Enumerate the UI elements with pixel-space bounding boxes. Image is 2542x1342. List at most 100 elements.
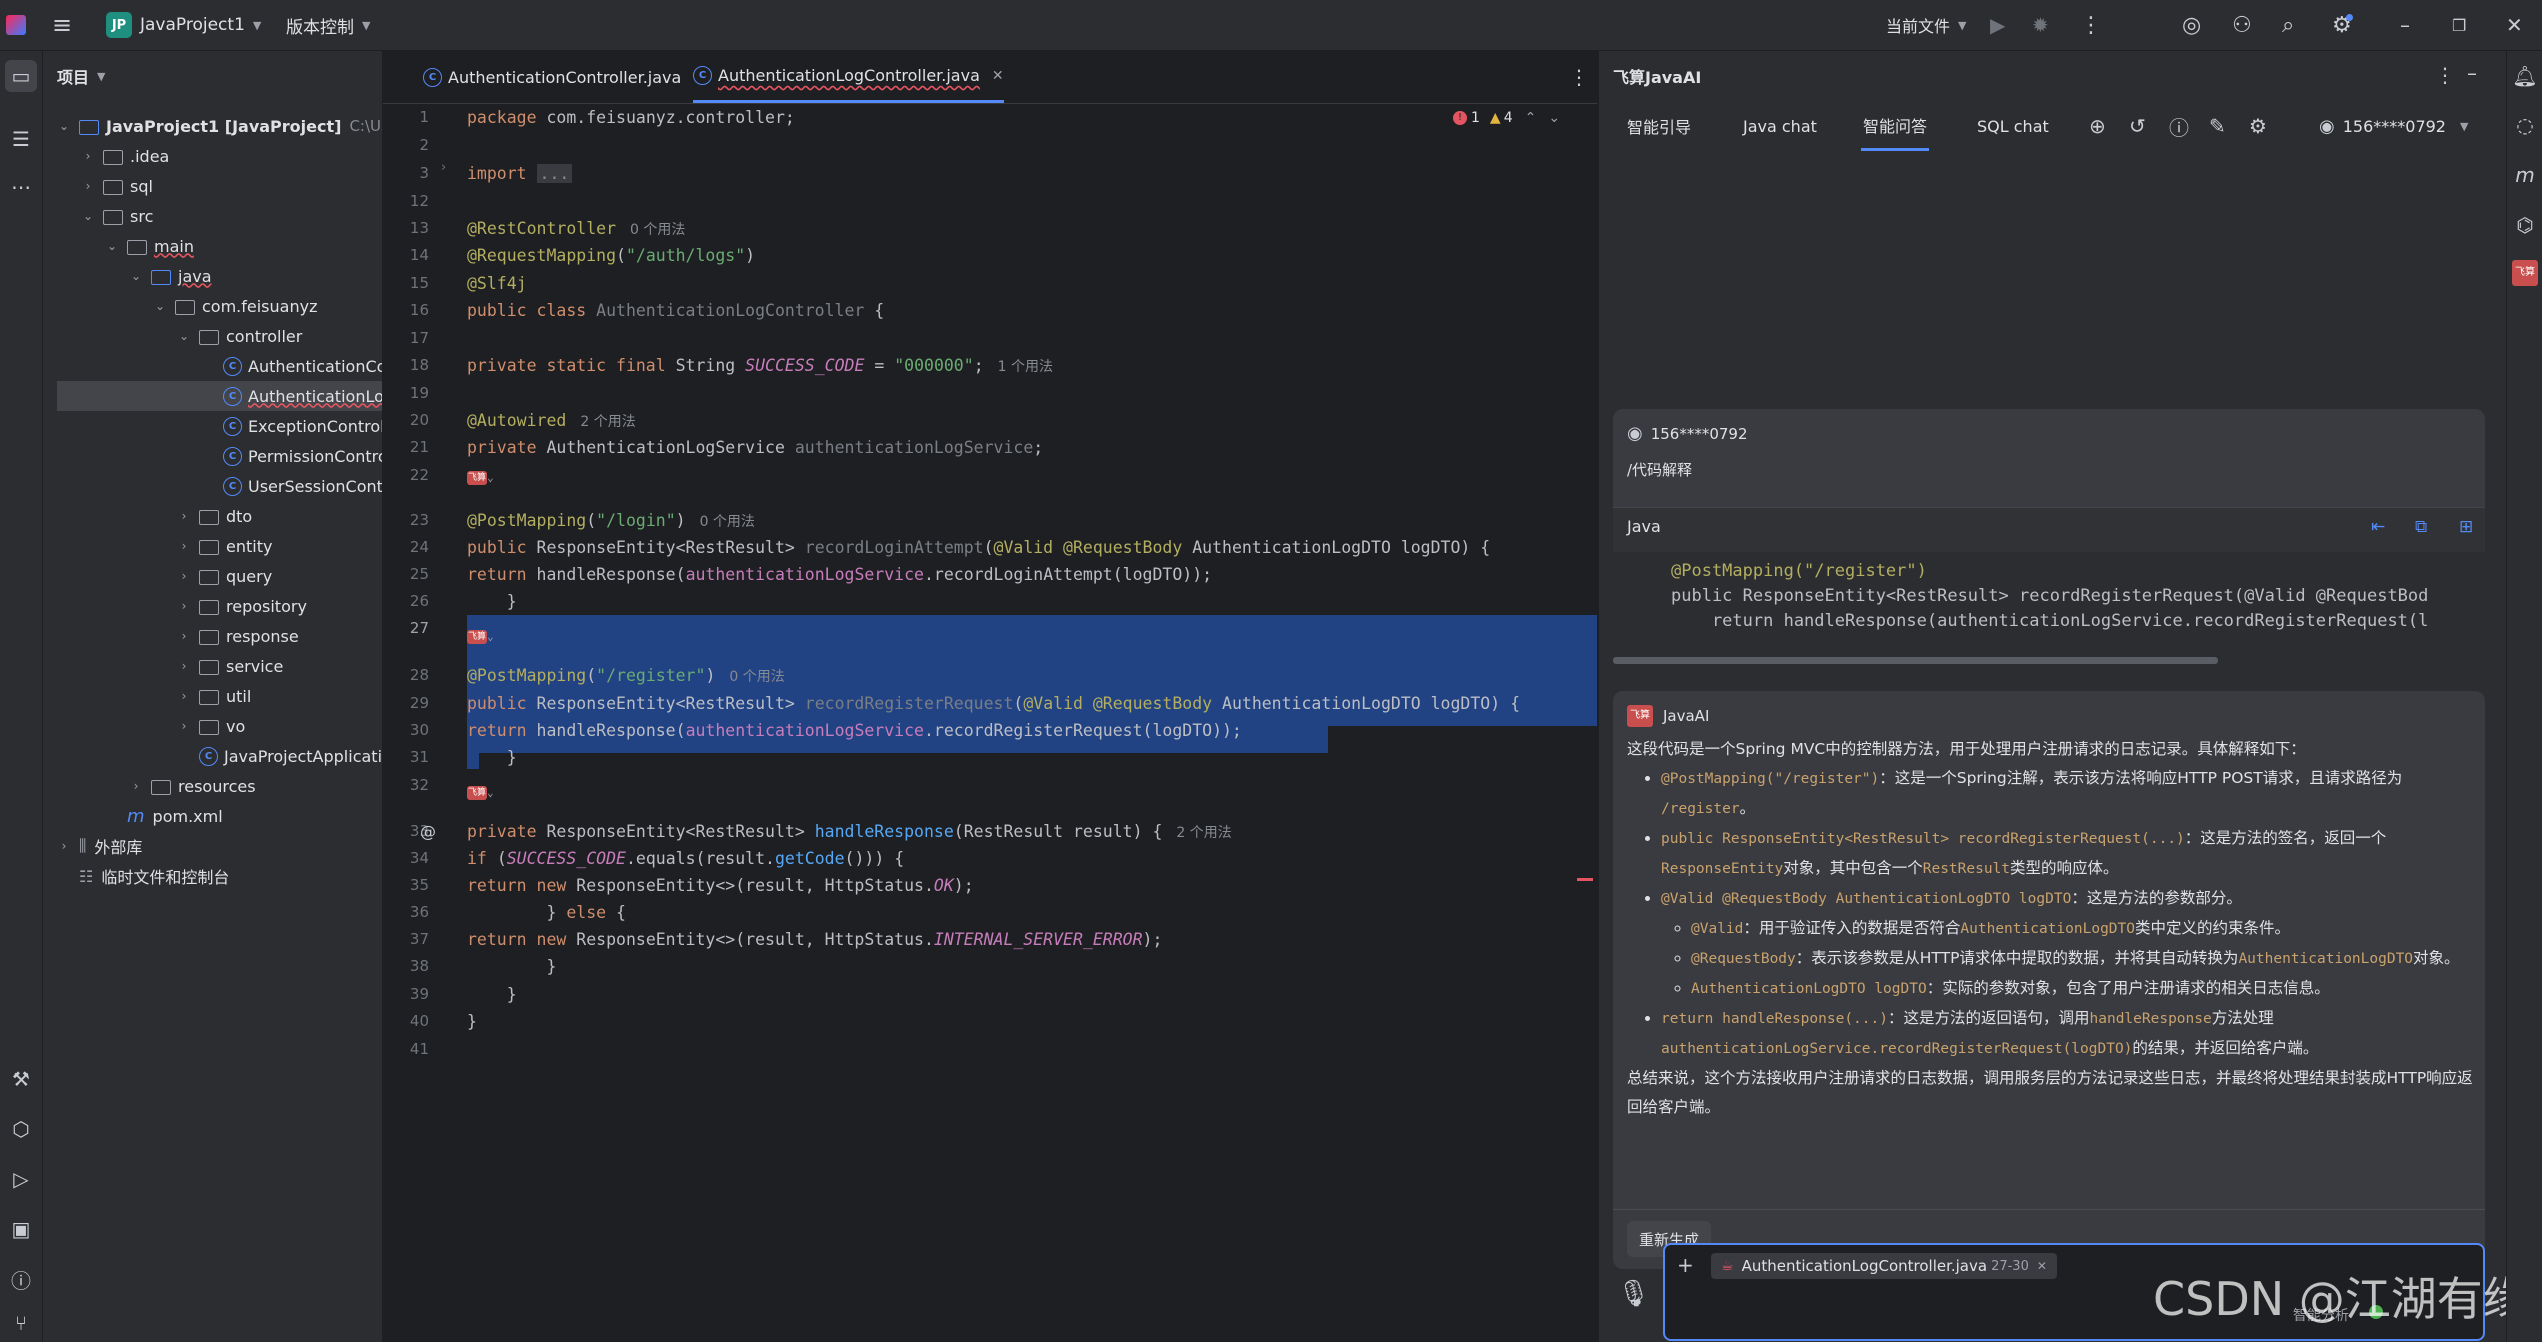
usage-hint[interactable]: 0 个用法 — [630, 219, 685, 239]
build-hammer-icon[interactable]: ⚒ — [5, 1063, 37, 1095]
tab-java-chat[interactable]: Java chat — [1743, 101, 1817, 151]
feisuan-gutter-icon[interactable]: 飞算 — [467, 785, 487, 800]
line-number[interactable]: 24 — [379, 538, 429, 556]
remove-chip-icon[interactable]: ✕ — [2037, 1259, 2047, 1273]
tab-smart-qa[interactable]: 智能问答 — [1861, 101, 1930, 151]
chevron-down-icon[interactable]: ⌄ — [81, 209, 95, 223]
line-number[interactable]: 27 — [379, 619, 429, 637]
line-number[interactable]: 12 — [379, 192, 429, 210]
edit-icon[interactable]: ✎ — [2209, 101, 2226, 151]
tree-item[interactable]: › query — [177, 561, 273, 591]
chevron-right-icon[interactable]: › — [177, 659, 191, 673]
tree-item[interactable]: C AuthenticationContr — [201, 351, 382, 381]
import-fold[interactable]: ... — [536, 164, 573, 183]
line-number[interactable]: 29 — [379, 694, 429, 712]
ai-options-icon[interactable]: ⋮ — [2435, 63, 2455, 87]
line-number[interactable]: 41 — [379, 1040, 429, 1058]
structure-icon[interactable]: ☰ — [5, 123, 37, 155]
tree-item[interactable]: C AuthenticationLogC — [57, 381, 382, 411]
line-number[interactable]: 26 — [379, 592, 429, 610]
feisuan-javaai-icon[interactable]: 飞算 — [2509, 257, 2541, 289]
feisuan-gutter-icon[interactable]: 飞算 — [467, 470, 487, 485]
line-number[interactable]: 18 — [379, 356, 429, 374]
add-context-icon[interactable]: + — [1677, 1253, 1694, 1277]
tab-authentication-controller[interactable]: C AuthenticationController.java — [423, 51, 681, 103]
chevron-up-icon[interactable]: ⌃ — [1525, 110, 1537, 126]
chevron-right-icon[interactable]: › — [177, 569, 191, 583]
ai-assistant-icon[interactable]: ◎ — [2182, 0, 2201, 50]
tree-item[interactable]: › dto — [177, 501, 253, 531]
feisuan-gutter-icon[interactable]: 飞算 — [467, 629, 487, 644]
tree-item[interactable]: ⌄ java — [129, 261, 212, 291]
tree-item[interactable]: ☷ 临时文件和控制台 — [57, 861, 229, 891]
line-number[interactable]: 30 — [379, 721, 429, 739]
replace-code-icon[interactable]: ⊞ — [2459, 517, 2473, 537]
line-number[interactable]: 1 — [379, 108, 429, 126]
line-number[interactable]: 3 — [379, 164, 429, 182]
chevron-down-icon[interactable]: ⌄ — [177, 329, 191, 343]
tree-item[interactable]: › sql — [81, 171, 153, 201]
line-number[interactable]: 23 — [379, 511, 429, 529]
tab-sql-chat[interactable]: SQL chat — [1977, 101, 2049, 151]
problems-icon[interactable]: ⓘ — [5, 1263, 37, 1295]
chevron-down-icon[interactable]: ⌄ — [153, 299, 167, 313]
search-icon[interactable]: ⌕ — [2282, 0, 2294, 50]
chevron-right-icon[interactable]: › — [81, 149, 95, 163]
usage-hint[interactable]: 1 个用法 — [998, 356, 1053, 376]
line-number[interactable]: 16 — [379, 301, 429, 319]
run-config-selector[interactable]: 当前文件 ▼ — [1886, 0, 1966, 50]
tree-item[interactable]: › response — [177, 621, 299, 651]
code-editor[interactable]: ! 1 ▲ 4 ⌃ ⌄ package com.feisuanyz.contro… — [463, 104, 1597, 1342]
chevron-right-icon[interactable]: › — [177, 629, 191, 643]
line-number[interactable]: 38 — [379, 957, 429, 975]
line-number[interactable]: 13 — [379, 219, 429, 237]
ai-chat-icon[interactable]: ◌ — [2509, 109, 2541, 141]
chevron-right-icon[interactable]: › — [177, 719, 191, 733]
line-number[interactable]: 21 — [379, 438, 429, 456]
git-icon[interactable]: ⑂ — [5, 1307, 37, 1339]
tab-smart-guide[interactable]: 智能引导 — [1627, 101, 1691, 151]
tree-item[interactable]: C UserSessionContr — [201, 471, 382, 501]
tree-item[interactable]: m pom.xml — [105, 801, 223, 831]
tree-item[interactable]: ⌄ main — [105, 231, 194, 261]
context-file-chip[interactable]: ☕ AuthenticationLogController.java 27-30… — [1711, 1253, 2057, 1279]
history-icon[interactable]: ↺ — [2129, 101, 2146, 151]
tree-item[interactable]: ⌄ com.feisuanyz — [153, 291, 318, 321]
error-stripe-mark[interactable] — [1577, 878, 1593, 881]
tree-item[interactable]: › vo — [177, 711, 246, 741]
tab-authentication-log-controller[interactable]: C AuthenticationLogController.java ✕ — [693, 51, 1004, 103]
add-user-icon[interactable]: ⚇ — [2232, 0, 2252, 50]
close-window-icon[interactable]: ✕ — [2506, 0, 2523, 50]
chevron-right-icon[interactable]: › — [177, 539, 191, 553]
microphone-icon[interactable]: 🎙 — [1617, 1279, 1650, 1309]
insert-code-icon[interactable]: ⇤ — [2371, 517, 2385, 537]
tree-item[interactable]: › entity — [177, 531, 273, 561]
line-number[interactable]: 40 — [379, 1012, 429, 1030]
minimize-window-icon[interactable]: – — [2400, 0, 2410, 50]
project-panel-header[interactable]: 项目 ▼ — [57, 51, 105, 101]
chevron-right-icon[interactable]: › — [177, 509, 191, 523]
tree-item[interactable]: › util — [177, 681, 252, 711]
inspection-widget[interactable]: ! 1 ▲ 4 ⌃ ⌄ — [1453, 110, 1560, 126]
tree-item[interactable]: ⌄ JavaProject1 [JavaProject] C:\Users\a — [57, 111, 382, 141]
tree-item[interactable]: ⌄ src — [81, 201, 153, 231]
usage-hint[interactable]: 0 个用法 — [700, 511, 755, 531]
line-number[interactable]: 34 — [379, 849, 429, 867]
chevron-right-icon[interactable]: › — [177, 689, 191, 703]
terminal-icon[interactable]: ▣ — [5, 1213, 37, 1245]
chevron-down-icon[interactable]: ⌄ — [105, 239, 119, 253]
help-icon[interactable]: ⓘ — [2169, 101, 2189, 151]
line-number[interactable]: 20 — [379, 411, 429, 429]
maven-icon[interactable]: m — [2509, 159, 2541, 191]
line-number[interactable]: 14 — [379, 246, 429, 264]
tree-item[interactable]: › service — [177, 651, 284, 681]
tree-item[interactable]: C PermissionContro — [201, 441, 382, 471]
line-number[interactable]: 28 — [379, 666, 429, 684]
line-number[interactable]: 35 — [379, 876, 429, 894]
user-menu[interactable]: ◉ 156****0792 ▼ — [2319, 101, 2468, 151]
line-number[interactable]: 2 — [379, 136, 429, 154]
project-switcher[interactable]: JP JavaProject1 ▼ — [106, 0, 261, 50]
tree-item[interactable]: C JavaProjectApplicatio — [177, 741, 382, 771]
line-number[interactable]: 39 — [379, 985, 429, 1003]
line-number[interactable]: 32 — [379, 776, 429, 794]
